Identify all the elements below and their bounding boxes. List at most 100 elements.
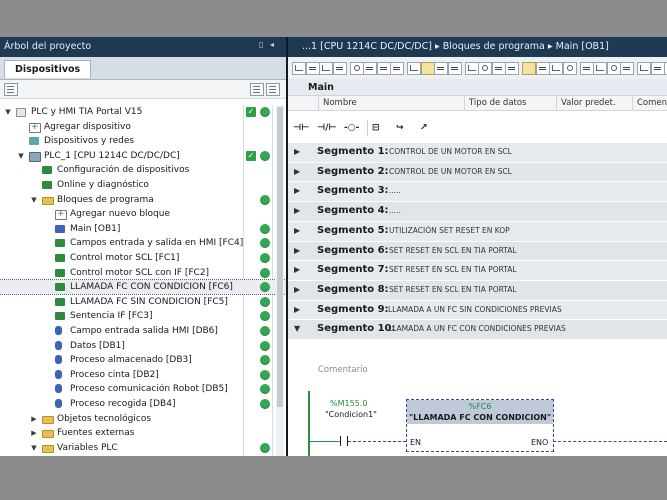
no-contact[interactable] (340, 436, 348, 446)
tree-item[interactable]: Control motor SCL [FC1] (0, 251, 286, 265)
network-segment[interactable]: ▶ Segmento 5: UTILIZACIÓN SET RESET EN KOP (288, 220, 667, 241)
tree-item[interactable]: ▼ PLC y HMI TIA Portal V15 ✓ (0, 105, 286, 119)
no-contact-icon[interactable]: ⊣⊢ (293, 121, 309, 135)
tree-item[interactable]: Datos [DB1] (0, 339, 286, 353)
network-segment[interactable]: ▶ Segmento 6: SET RESET EN SCL EN TIA PORT… (288, 240, 667, 261)
editor-tool-icon[interactable] (376, 62, 391, 75)
network-segment[interactable]: ▼ Segmento 10: LLAMADA A UN FC CON CONDICI… (288, 319, 667, 340)
tree-item[interactable]: LLAMADA FC SIN CONDICION [FC5] (0, 295, 286, 309)
tree-scrollbar-thumb[interactable] (277, 107, 283, 407)
open-branch-icon[interactable]: ↪ (396, 121, 404, 135)
tree-item[interactable]: Proceso cinta [DB2] (0, 368, 286, 382)
operand-address[interactable]: %M155.0 (330, 399, 367, 408)
pane-controls[interactable]: ▯ ◂ (259, 40, 283, 54)
collapse-arrow-icon[interactable]: ▼ (30, 193, 38, 207)
expand-arrow-icon[interactable]: ▶ (294, 246, 300, 255)
collapse-arrow-icon[interactable]: ▼ (30, 441, 38, 455)
editor-tool-icon[interactable] (464, 62, 479, 75)
expand-arrow-icon[interactable]: ▶ (294, 186, 300, 195)
editor-tool-icon[interactable] (535, 62, 550, 75)
operand-name[interactable]: "Condicion1" (325, 410, 377, 419)
tree-item[interactable]: Online y diagnóstico (0, 178, 286, 192)
segment-title[interactable]: UTILIZACIÓN SET RESET EN KOP (389, 226, 510, 235)
tree-item[interactable]: ▶ Objetos tecnológicos (0, 412, 286, 426)
editor-tool-icon[interactable] (620, 62, 634, 75)
tree-item[interactable]: Proceso recogida [DB4] (0, 397, 286, 411)
editor-tool-icon[interactable] (579, 62, 594, 75)
breadcrumb[interactable]: ...1 [CPU 1214C DC/DC/DC] ▸ Bloques de p… (302, 41, 609, 52)
editor-tool-icon[interactable] (390, 62, 404, 75)
network-segment[interactable]: ▶ Segmento 7: SET RESET EN SCL EN TIA PORT… (288, 260, 667, 281)
tree-item[interactable]: Agregar dispositivo (0, 120, 286, 134)
segment-title[interactable]: LLAMADA A UN FC SIN CONDICIONES PREVIAS (388, 305, 562, 314)
tree-item[interactable]: ▼ Bloques de programa (0, 193, 286, 207)
network-segment[interactable]: ▶ Segmento 8: SET RESET EN SCL EN TIA PORT… (288, 279, 667, 300)
tree-item[interactable]: Proceso comunicación Robot [DB5] (0, 382, 286, 396)
editor-tool-icon[interactable] (549, 62, 563, 75)
editor-tool-icon[interactable] (349, 62, 364, 75)
editor-tool-icon[interactable] (420, 62, 435, 75)
network-segment[interactable]: ▶ Segmento 3:..... (288, 181, 667, 202)
tab-dispositivos[interactable]: Dispositivos (4, 60, 92, 78)
empty-box-icon[interactable]: ⊟ (372, 121, 380, 135)
editor-tool-icon[interactable] (363, 62, 377, 75)
network-segment[interactable]: ▶ Segmento 9: LLAMADA A UN FC SIN CONDICIO… (288, 299, 667, 320)
editor-tool-icon[interactable] (434, 62, 448, 75)
expand-arrow-icon[interactable]: ▶ (294, 265, 300, 274)
editor-tool-icon[interactable] (305, 62, 320, 75)
expand-arrow-icon[interactable]: ▶ (294, 147, 300, 156)
tree-item[interactable]: Proceso almacenado [DB3] (0, 353, 286, 367)
list-view-icon[interactable] (250, 83, 264, 96)
segment-title[interactable]: CONTROL DE UN MOTOR EN SCL (389, 147, 512, 156)
tree-item[interactable]: ▶ Fuentes externas (0, 426, 286, 440)
tree-item[interactable]: Sentencia IF [FC3] (0, 309, 286, 323)
editor-tool-icon[interactable] (562, 62, 577, 75)
column-comentario[interactable]: Coment (632, 96, 667, 110)
expand-arrow-icon[interactable]: ▶ (294, 285, 300, 294)
segment-title[interactable]: SET RESET EN SCL EN TIA PORTAL (389, 246, 517, 255)
tree-item[interactable]: Dispositivos y redes (0, 134, 286, 148)
editor-tool-icon[interactable] (491, 62, 506, 75)
tree-menu-icon[interactable] (4, 83, 18, 96)
editor-tool-icon[interactable] (522, 62, 536, 75)
editor-tool-icon[interactable] (332, 62, 347, 75)
grid-view-icon[interactable] (266, 83, 280, 96)
network-segment[interactable]: ▶ Segmento 1: CONTROL DE UN MOTOR EN SCL (288, 142, 667, 162)
tree-item[interactable]: ▼ PLC_1 [CPU 1214C DC/DC/DC] ✓ (0, 149, 286, 163)
column-nombre[interactable]: Nombre (318, 96, 463, 110)
segment-title[interactable]: SET RESET EN SCL EN TIA PORTAL (389, 285, 517, 294)
collapse-arrow-icon[interactable]: ▼ (294, 324, 300, 333)
tree-item[interactable]: Campo entrada salida HMI [DB6] (0, 324, 286, 338)
editor-tool-icon[interactable] (407, 62, 421, 75)
editor-tool-icon[interactable] (478, 62, 492, 75)
expand-arrow-icon[interactable]: ▶ (30, 426, 38, 440)
editor-tool-icon[interactable] (292, 62, 306, 75)
segment-title[interactable]: ..... (389, 186, 401, 195)
fc-call-box[interactable]: %FC6 "LLAMADA FC CON CONDICION" EN ENO (406, 399, 554, 452)
nc-contact-icon[interactable]: ⊣/⊢ (317, 121, 337, 135)
close-branch-icon[interactable]: ↗ (420, 121, 428, 135)
expand-arrow-icon[interactable]: ▶ (294, 167, 300, 176)
editor-tool-icon[interactable] (447, 62, 462, 75)
editor-tool-icon[interactable] (606, 62, 621, 75)
segment-title[interactable]: LLAMADA A UN FC CON CONDICIONES PREVIAS (388, 324, 566, 333)
tree-item[interactable]: LLAMADA FC CON CONDICION [FC6] (0, 279, 287, 296)
tree-item[interactable]: Agregar nuevo bloque (0, 207, 286, 221)
editor-tool-icon[interactable] (593, 62, 607, 75)
segment-title[interactable]: ..... (389, 206, 401, 215)
segment-title[interactable]: CONTROL DE UN MOTOR EN SCL (389, 167, 512, 176)
editor-tool-icon[interactable] (505, 62, 519, 75)
tree-item[interactable]: Control motor SCL con IF [FC2] (0, 266, 286, 280)
editor-tool-icon[interactable] (650, 62, 665, 75)
network-comment[interactable]: Comentario (288, 361, 667, 379)
tree-item[interactable]: Main [OB1] (0, 222, 286, 236)
coil-icon[interactable]: -○- (344, 121, 359, 135)
tree-item[interactable]: Campos entrada y salida en HMI [FC4] (0, 236, 286, 250)
expand-arrow-icon[interactable]: ▶ (294, 226, 300, 235)
tree-item[interactable]: Configuración de dispositivos (0, 163, 286, 177)
column-tipo-datos[interactable]: Tipo de datos (464, 96, 555, 110)
expand-arrow-icon[interactable]: ▶ (30, 412, 38, 426)
column-valor-predet[interactable]: Valor predet. (556, 96, 631, 110)
network-segment[interactable]: ▶ Segmento 4:..... (288, 201, 667, 222)
editor-tool-icon[interactable] (637, 62, 651, 75)
